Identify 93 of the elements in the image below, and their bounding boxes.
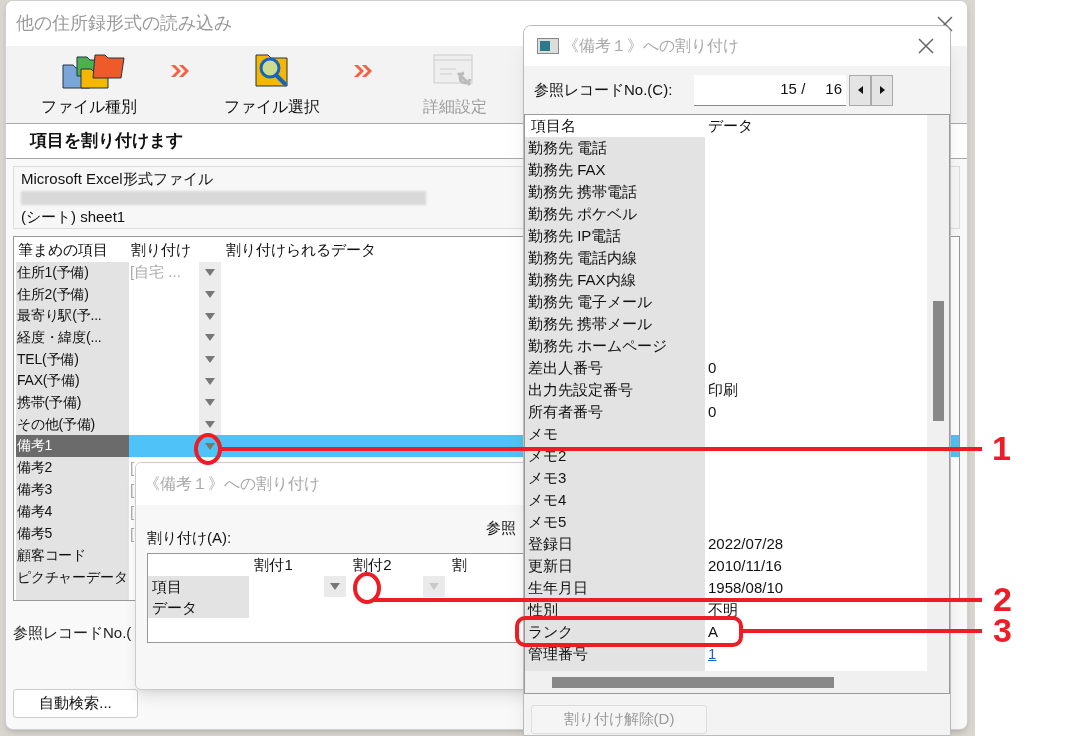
assign-label: 割り付け(A):	[147, 527, 232, 548]
item-cell: 備考1	[16, 435, 129, 457]
dropdown-arrow-icon[interactable]	[205, 399, 215, 407]
value-cell-text: 2022/07/28	[708, 534, 784, 554]
field-name-cell: 勤務先 携帯電話	[525, 181, 705, 203]
reference-label: 参照レコードNo.(C):	[534, 79, 674, 100]
column-header: 割付2	[352, 555, 393, 575]
item-cell: 携帯(予備)	[16, 391, 129, 414]
dropdown-arrow-icon[interactable]	[205, 420, 215, 428]
dialog-title: 《備考１》への割り付け	[563, 36, 739, 56]
item-cell: 備考5	[16, 522, 129, 545]
step-label: ファイル種別	[40, 97, 137, 117]
field-name-cell: 勤務先 電子メール	[525, 291, 705, 313]
field-name-cell: 勤務先 FAX	[525, 159, 705, 181]
window-title: 他の住所録形式の読み込み	[16, 12, 232, 35]
column-header: 割付1	[253, 555, 294, 575]
field-name-cell: メモ5	[525, 511, 705, 533]
item-cell: 顧客コード	[16, 544, 129, 567]
item-cell: 備考4	[16, 500, 129, 523]
field-name-cell: 更新日	[525, 555, 705, 577]
item-cell: 住所2(予備)	[16, 283, 129, 306]
column-header: データ	[707, 116, 753, 136]
item-cell: 住所1(予備)	[16, 261, 129, 284]
assignment-cell-text: [	[130, 479, 135, 500]
column-header: 筆まめの項目	[17, 239, 109, 260]
dropdown-arrow-icon[interactable]	[205, 355, 215, 363]
item-cell: 備考2	[16, 456, 129, 479]
field-name-cell: 所有者番号	[525, 401, 705, 423]
value-cell-text: A	[708, 622, 718, 642]
assignment-cell-text: [	[130, 523, 135, 544]
field-name-cell: 勤務先 携帯メール	[525, 313, 705, 335]
dropdown-arrow-icon[interactable]	[330, 583, 341, 590]
file-type-text: Microsoft Excel形式ファイル	[21, 168, 213, 189]
reference-label: 参照レコードNo.(	[13, 624, 132, 641]
item-cell: その他(予備)	[16, 413, 129, 436]
chevron-icon	[171, 65, 189, 77]
auto-search-button[interactable]: 自動検索...	[13, 689, 138, 718]
next-button[interactable]	[871, 74, 893, 106]
vertical-scrollbar[interactable]	[927, 115, 949, 671]
window-icon	[537, 38, 559, 54]
item-cell: FAX(予備)	[16, 370, 129, 392]
horizontal-scrollbar[interactable]	[525, 671, 949, 693]
field-name-cell: メモ	[525, 423, 705, 445]
value-link[interactable]: 1	[708, 643, 717, 665]
sheet-text: (シート) sheet1	[21, 206, 126, 227]
reference-label: 参照	[486, 517, 516, 538]
field-name-cell: 勤務先 FAX内線	[525, 269, 705, 291]
dropdown-arrow-icon[interactable]	[205, 312, 215, 320]
item-cell: 備考3	[16, 478, 129, 501]
field-name-cell: 勤務先 電話	[525, 137, 705, 159]
value-cell-text: 不明	[708, 600, 738, 620]
callout-number: 1	[992, 428, 1011, 468]
close-icon[interactable]	[918, 38, 934, 54]
field-name-cell: 勤務先 電話内線	[525, 247, 705, 269]
assignment-cell-text: [自宅 ...	[130, 262, 181, 283]
chevron-icon	[354, 65, 372, 77]
item-cell: 経度・緯度(...	[16, 326, 129, 349]
column-header: 項目名	[530, 116, 577, 136]
field-name-cell: 登録日	[525, 533, 705, 555]
column-header: 割り付けられるデータ	[225, 239, 376, 260]
field-name-cell: 勤務先 IP電話	[525, 225, 705, 247]
dropdown-arrow-icon[interactable]	[205, 334, 215, 342]
row-header: 項目	[148, 576, 250, 597]
record-number-field[interactable]: 15 / 16	[694, 74, 846, 106]
step-label: 詳細設定	[422, 97, 487, 117]
dropdown-arrow-icon[interactable]	[205, 442, 215, 450]
value-cell-text: 1958/08/10	[708, 578, 784, 598]
dropdown-arrow-icon[interactable]	[205, 290, 215, 298]
field-name-cell: 勤務先 ホームページ	[525, 335, 705, 357]
row-header: データ	[148, 597, 250, 618]
section-heading: 項目を割り付けます	[30, 130, 183, 153]
step-label: ファイル選択	[223, 97, 320, 117]
dialog-title: 《備考１》への割り付け	[144, 474, 320, 494]
field-name-cell: 差出人番号	[525, 357, 705, 379]
assignment-cell-text: [	[130, 501, 135, 522]
field-name-cell: ランク	[525, 621, 705, 643]
field-name-cell: メモ3	[525, 467, 705, 489]
field-name-cell: 生年月日	[525, 577, 705, 599]
item-cell: TEL(予備)	[16, 348, 129, 371]
column-header: 割	[451, 555, 469, 575]
dropdown-arrow-icon[interactable]	[205, 269, 215, 277]
value-cell-text: 2010/11/16	[708, 556, 782, 576]
assignment-cell-text: [	[130, 457, 135, 478]
item-cell: 最寄り駅(予...	[16, 305, 129, 327]
right-triangle-icon	[879, 86, 885, 94]
field-name-cell: メモ4	[525, 489, 705, 511]
item-cell: ピクチャーデータ	[16, 566, 129, 589]
field-name-cell: 出力先設定番号	[525, 379, 705, 401]
field-name-cell: 勤務先 ポケベル	[525, 203, 705, 225]
previous-button[interactable]	[849, 74, 871, 106]
dropdown-arrow-icon[interactable]	[205, 377, 215, 385]
left-triangle-icon	[857, 86, 863, 94]
column-header: 割り付け	[130, 239, 192, 260]
